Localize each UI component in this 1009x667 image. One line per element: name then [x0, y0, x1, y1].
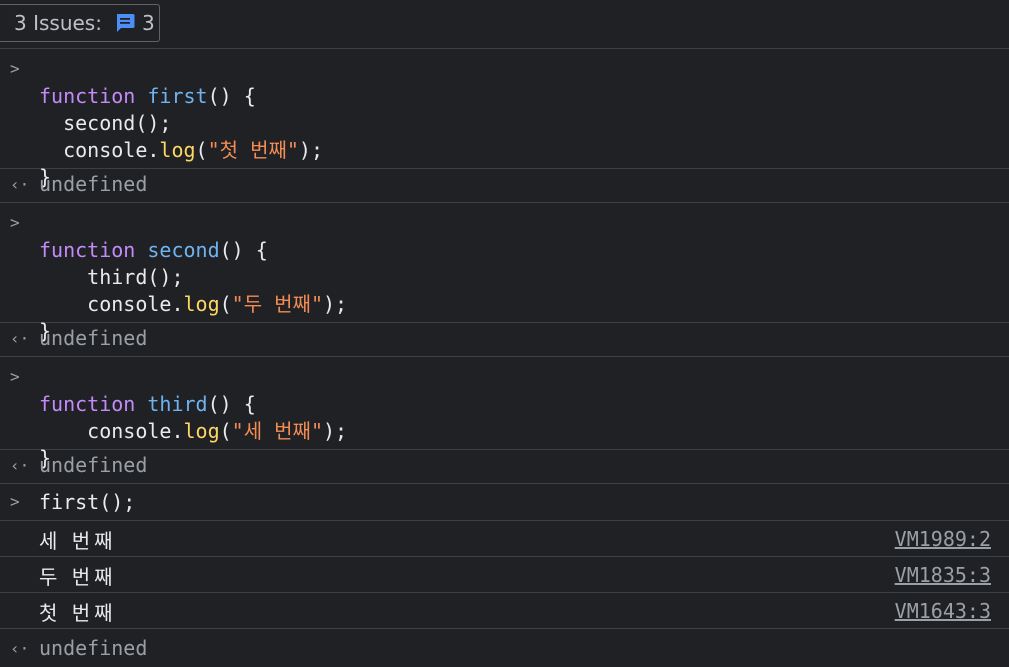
- console-input-entry: > function second() { third(); console.l…: [0, 203, 1009, 343]
- console-input-entry: > function first() { second(); console.l…: [0, 49, 1009, 189]
- console-log-row: 두 번째 VM1835:3: [0, 557, 1009, 593]
- console-log-row: 첫 번째 VM1643:3: [0, 593, 1009, 629]
- code-line: console.log("세 번째");: [87, 419, 348, 443]
- call-code: first();: [39, 490, 136, 514]
- result-value: undefined: [39, 326, 148, 350]
- return-arrow-icon: ‹·: [10, 456, 30, 475]
- source-link[interactable]: VM1835:3: [895, 563, 991, 587]
- result-value: undefined: [39, 172, 148, 196]
- log-message: 세 번째: [39, 529, 117, 553]
- chevron-right-icon: >: [10, 213, 20, 232]
- source-link[interactable]: VM1989:2: [895, 527, 991, 551]
- code-line: function first() {: [39, 84, 256, 108]
- code-line: console.log("첫 번째");: [63, 138, 324, 162]
- issues-button[interactable]: 3 Issues: 3: [0, 4, 160, 42]
- console-toolbar: 3 Issues: 3: [0, 0, 1009, 49]
- console-log-row: 세 번째 VM1989:2: [0, 521, 1009, 557]
- result-value: undefined: [39, 453, 148, 477]
- log-message: 두 번째: [39, 565, 117, 589]
- code-line: console.log("두 번째");: [87, 292, 348, 316]
- code-line: second();: [63, 111, 172, 135]
- issues-count: 3: [141, 11, 155, 35]
- source-link[interactable]: VM1643:3: [895, 599, 991, 623]
- code-line: third();: [87, 265, 184, 289]
- console-result-entry: ‹· undefined: [0, 323, 1009, 357]
- console-input-entry: > first();: [0, 484, 1009, 521]
- console-result-entry: ‹· undefined: [0, 629, 1009, 667]
- message-icon: [116, 14, 135, 32]
- console-result-entry: ‹· undefined: [0, 450, 1009, 484]
- console-result-entry: ‹· undefined: [0, 169, 1009, 203]
- log-message: 첫 번째: [39, 601, 117, 625]
- return-arrow-icon: ‹·: [10, 329, 30, 348]
- chevron-right-icon: >: [10, 367, 20, 386]
- console-input-entry: > function third() { console.log("세 번째")…: [0, 357, 1009, 470]
- code-line: function third() {: [39, 392, 256, 416]
- chevron-right-icon: >: [10, 492, 20, 511]
- result-value: undefined: [39, 636, 148, 660]
- issues-label: 3 Issues:: [14, 11, 102, 35]
- chevron-right-icon: >: [10, 59, 20, 78]
- return-arrow-icon: ‹·: [10, 639, 30, 658]
- code-line: function second() {: [39, 238, 268, 262]
- return-arrow-icon: ‹·: [10, 175, 30, 194]
